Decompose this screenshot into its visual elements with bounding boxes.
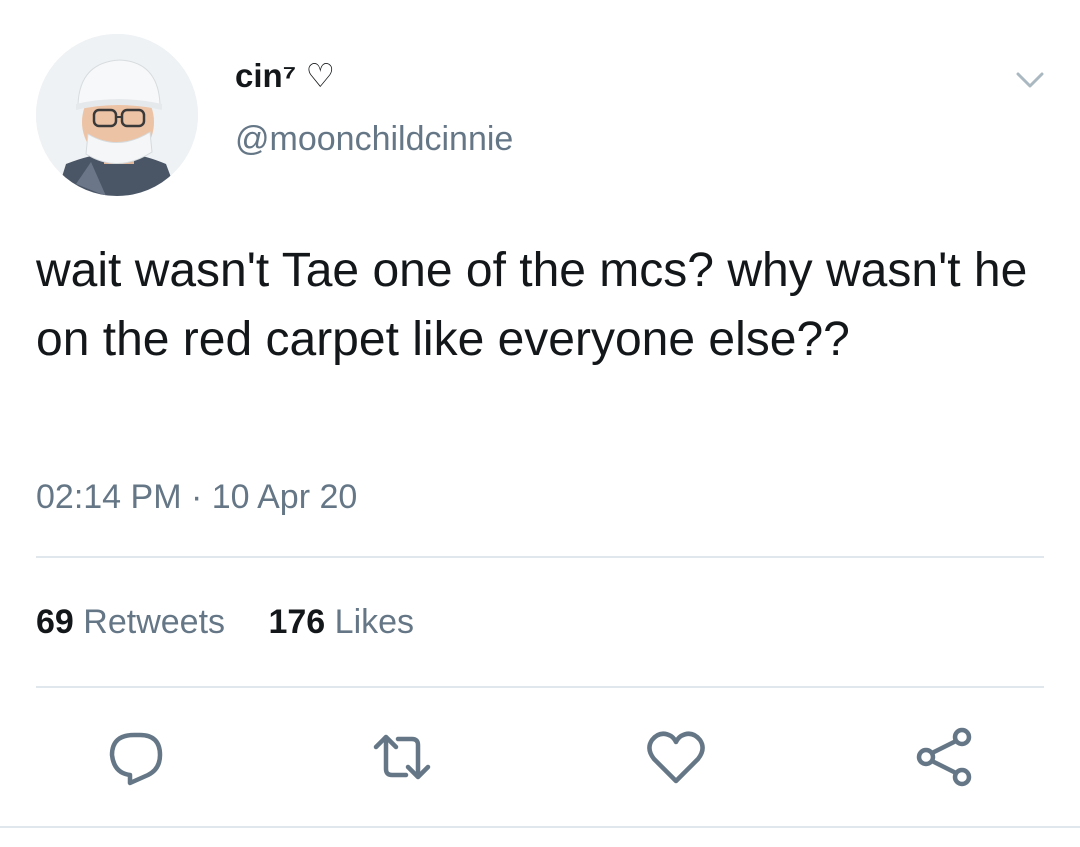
retweet-button[interactable] — [370, 725, 434, 789]
likes-label: Likes — [334, 603, 415, 641]
divider — [0, 826, 1080, 828]
share-icon — [916, 727, 972, 787]
share-button[interactable] — [912, 725, 976, 789]
divider — [36, 556, 1044, 558]
retweets-label: Retweets — [83, 603, 226, 641]
tweet-timestamp[interactable]: 02:14 PM · 10 Apr 20 — [36, 475, 357, 519]
retweets-count: 69 — [36, 603, 74, 641]
heart-icon — [647, 731, 705, 784]
tweet-stats: 69 Retweets 176 Likes — [36, 600, 448, 644]
retweets-stat[interactable]: 69 Retweets — [36, 600, 225, 644]
divider — [36, 686, 1044, 688]
tweet-text: wait wasn't Tae one of the mcs? why wasn… — [36, 244, 1028, 366]
likes-count: 176 — [268, 603, 326, 641]
display-name[interactable]: cin⁷ ♡ — [235, 56, 335, 96]
avatar-image — [36, 34, 198, 196]
likes-stat[interactable]: 176 Likes — [268, 600, 414, 644]
reply-icon — [109, 732, 163, 786]
retweet-icon — [373, 734, 431, 780]
user-handle[interactable]: @moonchildcinnie — [235, 118, 513, 160]
avatar[interactable] — [36, 34, 198, 196]
reply-button[interactable] — [104, 725, 168, 789]
like-button[interactable] — [644, 725, 708, 789]
chevron-down-icon[interactable] — [1010, 60, 1050, 100]
